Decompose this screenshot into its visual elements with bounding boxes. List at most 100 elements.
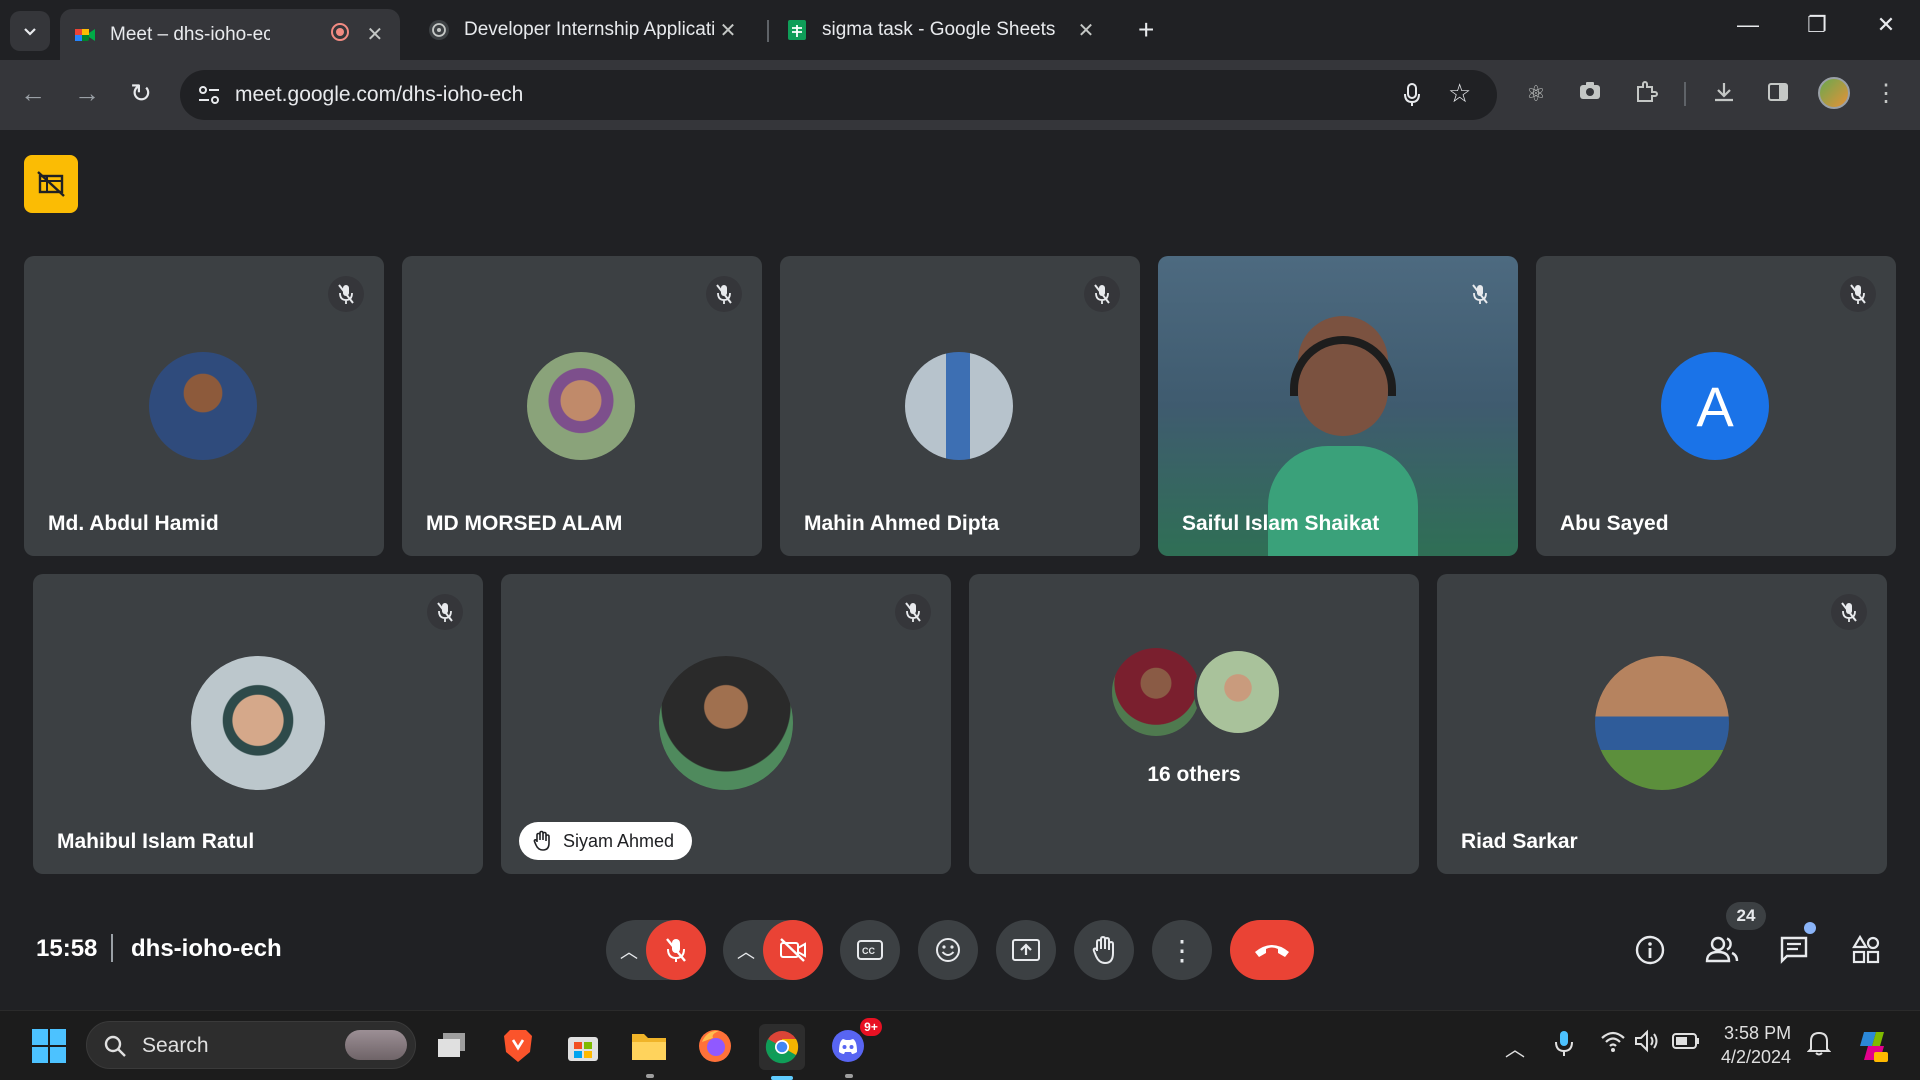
battery-icon[interactable] [1672,1031,1700,1057]
others-tile[interactable]: 16 others [969,574,1419,874]
profile-avatar[interactable] [1818,77,1850,109]
participant-name: MD MORSED ALAM [426,512,623,535]
bookmark-star-icon[interactable]: ☆ [1448,78,1471,109]
copilot-icon[interactable] [1850,1024,1894,1068]
notification-bell-icon[interactable] [1806,1029,1832,1063]
minimize-icon[interactable]: — [1728,12,1768,38]
participant-tile[interactable]: MD MORSED ALAM [402,256,762,556]
tab-meet[interactable]: Meet – dhs-ioho-ech ✕ [60,9,400,60]
forward-icon[interactable]: → [70,78,104,109]
restore-icon[interactable]: ❐ [1797,12,1837,38]
taskbar-clock[interactable]: 3:58 PM 4/2/2024 [1721,1021,1791,1069]
participant-tile[interactable]: Mahin Ahmed Dipta [780,256,1140,556]
downloads-icon[interactable] [1710,80,1738,108]
camera-toggle-button[interactable] [763,920,823,980]
participant-name: Mahin Ahmed Dipta [804,512,1000,535]
mic-off-icon [706,276,742,312]
tab-title: Meet – dhs-ioho-ech [110,23,270,45]
microphone-toggle-button[interactable] [646,920,706,980]
mic-off-icon [1840,276,1876,312]
emoji-icon [936,938,960,962]
taskbar-time: 3:58 PM [1724,1023,1792,1043]
search-label: Search [142,1034,209,1057]
reload-icon[interactable]: ↻ [124,78,158,109]
react-devtools-icon[interactable]: ⚛ [1522,80,1550,108]
present-screen-icon [1012,939,1040,961]
participant-avatar [905,352,1013,460]
participant-avatar [527,352,635,460]
running-indicator [771,1076,793,1080]
captions-button[interactable]: CC [840,920,900,980]
address-bar[interactable]: meet.google.com/dhs-ioho-ech ☆ [180,70,1497,120]
more-options-button[interactable]: ⋮ [1152,920,1212,980]
mic-off-icon [895,594,931,630]
volume-icon[interactable] [1634,1029,1660,1059]
close-window-icon[interactable]: ✕ [1866,12,1906,38]
tab-search-button[interactable] [10,11,50,51]
people-count-badge: 24 [1726,902,1766,930]
brave-browser-icon[interactable] [496,1024,540,1068]
close-tab-icon[interactable]: ✕ [364,22,386,47]
raised-hand-pill: Siyam Ahmed [519,822,693,860]
show-hidden-icons-chevron-icon[interactable]: ︿ [1505,1033,1525,1062]
participant-initial-avatar: A [1661,352,1769,460]
svg-text:CC: CC [862,946,875,956]
task-view-icon[interactable] [430,1024,474,1068]
file-explorer-icon[interactable] [627,1024,671,1078]
tab-title: sigma task - Google Sheets [822,19,1056,40]
side-panel-icon[interactable] [1764,80,1792,108]
participant-video-tile[interactable]: Saiful Islam Shaikat [1158,256,1518,556]
microphone-icon[interactable] [1402,82,1422,108]
tab-divider [767,20,769,42]
participant-avatar [1194,648,1282,736]
leave-call-button[interactable] [1230,920,1314,980]
firefox-icon[interactable] [693,1024,737,1068]
chat-icon[interactable] [1774,930,1814,970]
participant-tile[interactable]: Md. Abdul Hamid [24,256,384,556]
mic-off-icon [1084,276,1120,312]
meeting-clock: 15:58 [36,935,98,962]
meeting-details-icon[interactable] [1630,930,1670,970]
recording-badge[interactable] [24,155,78,213]
extensions-puzzle-icon[interactable] [1632,80,1660,108]
participant-tile[interactable]: Riad Sarkar [1437,574,1887,874]
new-tab-icon[interactable]: + [1138,14,1154,46]
reactions-button[interactable] [918,920,978,980]
mic-off-icon [666,938,686,962]
site-info-icon[interactable] [197,84,221,106]
participant-name: Md. Abdul Hamid [48,512,219,535]
chrome-menu-icon[interactable]: ⋮ [1872,80,1900,108]
video-options-chevron-icon[interactable]: ︿ [737,938,755,964]
windows-start-icon[interactable] [27,1024,71,1068]
wifi-icon[interactable] [1600,1029,1626,1059]
tab-developer-internship[interactable]: Developer Internship Applicatio ✕ [414,9,754,51]
participant-name: Riad Sarkar [1461,830,1578,853]
close-tab-icon[interactable]: ✕ [716,18,740,43]
present-screen-button[interactable] [996,920,1056,980]
mic-off-icon [1831,594,1867,630]
mic-off-icon [328,276,364,312]
raise-hand-button[interactable] [1074,920,1134,980]
tab-sigma-task[interactable]: sigma task - Google Sheets ✕ [772,9,1112,51]
microsoft-store-icon[interactable] [561,1024,605,1068]
participant-tile[interactable]: A Abu Sayed [1536,256,1896,556]
back-icon[interactable]: ← [16,78,50,109]
no-video-recording-icon [37,171,65,197]
audio-options-chevron-icon[interactable]: ︿ [620,938,638,964]
participant-avatar [149,352,257,460]
close-tab-icon[interactable]: ✕ [1074,18,1098,43]
participant-tile[interactable]: Siyam Ahmed [501,574,951,874]
google-meet-icon [75,28,95,41]
mic-off-icon [427,594,463,630]
activities-icon[interactable] [1846,930,1886,970]
participant-tile[interactable]: Mahibul Islam Ratul [33,574,483,874]
screenshot-camera-icon[interactable] [1576,80,1604,108]
microphone-in-use-icon[interactable] [1554,1029,1574,1063]
chrome-icon[interactable] [759,1024,805,1080]
search-icon [104,1035,126,1057]
running-indicator [646,1074,654,1078]
people-icon[interactable] [1702,930,1742,970]
others-count-label: 16 others [1147,763,1241,786]
taskbar-search-box[interactable]: Search [86,1021,416,1069]
search-highlight-image [345,1030,407,1060]
